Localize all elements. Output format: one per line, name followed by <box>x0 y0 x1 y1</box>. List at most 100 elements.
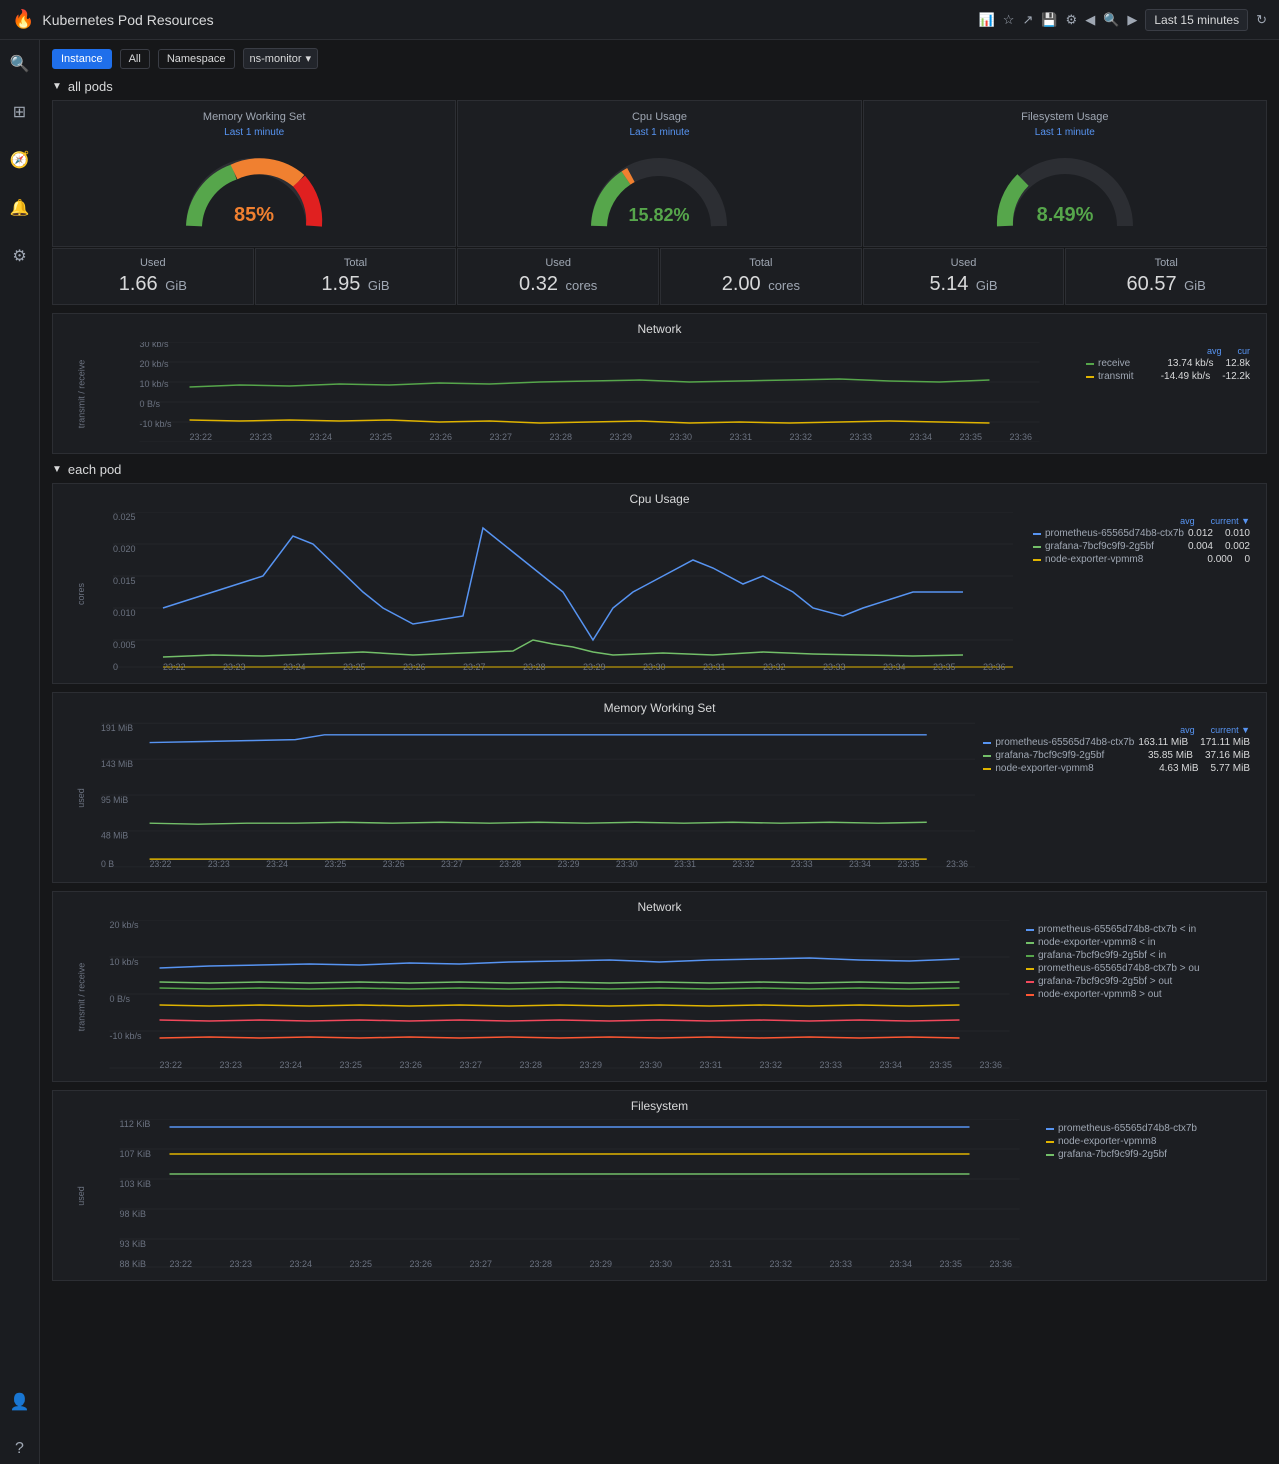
filesystem-chart-each-pod: Filesystem used 112 KiB 107 Ki <box>52 1090 1267 1281</box>
svg-text:8.49%: 8.49% <box>1036 204 1093 226</box>
sidebar-user-icon[interactable]: 👤 <box>4 1386 36 1418</box>
svg-text:23:27: 23:27 <box>490 432 513 442</box>
svg-text:23:30: 23:30 <box>670 432 693 442</box>
ns-monitor-dropdown[interactable]: ns-monitor ▾ <box>243 48 319 69</box>
namespace-filter[interactable]: Namespace <box>158 49 235 69</box>
svg-text:23:25: 23:25 <box>324 859 346 869</box>
svg-text:15.82%: 15.82% <box>629 205 690 225</box>
svg-text:23:28: 23:28 <box>550 432 573 442</box>
svg-text:23:22: 23:22 <box>150 859 172 869</box>
svg-text:23:35: 23:35 <box>940 1259 963 1269</box>
sidebar-dashboards-icon[interactable]: ⊞ <box>7 96 32 128</box>
network-each-pod-wrapper: transmit / receive 20 kb/s 10 kb/s 0 B/s… <box>61 920 1258 1073</box>
all-filter[interactable]: All <box>120 49 150 69</box>
stats-row: Used 1.66 GiB Total 1.95 GiB Used 0.32 c… <box>52 248 1267 305</box>
filesystem-chart-title: Filesystem <box>61 1099 1258 1113</box>
filesystem-legend: prometheus-65565d74b8-ctx7b node-exporte… <box>1038 1119 1258 1272</box>
svg-text:23:25: 23:25 <box>370 432 393 442</box>
svg-text:23:34: 23:34 <box>849 859 871 869</box>
stat-cpu-used-value: 0.32 cores <box>470 273 646 296</box>
svg-text:0: 0 <box>113 662 118 672</box>
svg-text:23:35: 23:35 <box>960 432 983 442</box>
memory-chart-title: Memory Working Set <box>61 701 1258 715</box>
all-pods-header[interactable]: ▼ all pods <box>52 79 1267 94</box>
y-axis-label: transmit / receive <box>76 359 86 428</box>
sidebar-config-icon[interactable]: ⚙ <box>6 240 32 272</box>
settings-icon[interactable]: ⚙ <box>1066 12 1078 28</box>
svg-text:23:24: 23:24 <box>280 1060 303 1070</box>
svg-text:23:23: 23:23 <box>250 432 273 442</box>
filesystem-gauge-title: Filesystem Usage <box>1021 111 1108 123</box>
stat-cpu-total-label: Total <box>673 257 849 269</box>
svg-text:23:30: 23:30 <box>616 859 638 869</box>
network-each-pod-content: 20 kb/s 10 kb/s 0 B/s -10 kb/s <box>101 920 1018 1073</box>
memory-gauge: 85% <box>174 146 334 236</box>
svg-text:93 KiB: 93 KiB <box>120 1239 147 1249</box>
svg-text:23:31: 23:31 <box>710 1259 733 1269</box>
net-legend-node-out: node-exporter-vpmm8 > out <box>1026 989 1250 1000</box>
back-icon[interactable]: ◀ <box>1085 12 1095 28</box>
cpu-legend-prometheus: prometheus-65565d74b8-ctx7b 0.012 0.010 <box>1033 528 1250 539</box>
svg-text:23:26: 23:26 <box>403 662 426 672</box>
net-y-axis-area: transmit / receive <box>61 920 101 1073</box>
search-icon[interactable]: 🔍 <box>1103 12 1119 28</box>
cpu-y-axis-area: cores <box>61 512 101 675</box>
time-range[interactable]: Last 15 minutes <box>1145 9 1248 31</box>
filesystem-svg: 112 KiB 107 KiB 103 KiB 98 KiB 93 KiB 88… <box>101 1119 1038 1269</box>
svg-text:103 KiB: 103 KiB <box>120 1179 152 1189</box>
svg-text:0.015: 0.015 <box>113 576 136 586</box>
share-icon[interactable]: ↗ <box>1022 12 1033 28</box>
svg-text:23:22: 23:22 <box>160 1060 183 1070</box>
refresh-icon[interactable]: ↻ <box>1256 12 1267 28</box>
cpu-gauge-title: Cpu Usage <box>632 111 687 123</box>
save-icon[interactable]: 💾 <box>1041 12 1057 28</box>
svg-text:23:35: 23:35 <box>930 1060 953 1070</box>
svg-text:23:34: 23:34 <box>890 1259 913 1269</box>
svg-text:23:31: 23:31 <box>703 662 726 672</box>
dashboard-title: Kubernetes Pod Resources <box>42 12 978 28</box>
svg-text:23:29: 23:29 <box>590 1259 613 1269</box>
net-legend-grafana-in: grafana-7bcf9c9f9-2g5bf < in <box>1026 950 1250 961</box>
svg-text:0 B/s: 0 B/s <box>110 994 131 1004</box>
stat-mem-total: Total 1.95 GiB <box>255 248 457 305</box>
cpu-legend-grafana: grafana-7bcf9c9f9-2g5bf 0.004 0.002 <box>1033 541 1250 552</box>
svg-text:23:25: 23:25 <box>350 1259 373 1269</box>
svg-text:23:32: 23:32 <box>763 662 786 672</box>
sidebar-search-icon[interactable]: 🔍 <box>4 48 36 80</box>
filesystem-gauge-panel: Filesystem Usage Last 1 minute 8.49% <box>863 100 1267 247</box>
cpu-chart-wrapper: cores 0.025 0.020 0.015 0.010 <box>61 512 1258 675</box>
svg-text:23:23: 23:23 <box>220 1060 243 1070</box>
instance-filter[interactable]: Instance <box>52 49 112 69</box>
stat-mem-total-label: Total <box>268 257 444 269</box>
cpu-chart-content: 0.025 0.020 0.015 0.010 0.005 0 <box>101 512 1025 675</box>
chevron-icon: ▾ <box>306 52 312 65</box>
svg-text:23:35: 23:35 <box>898 859 920 869</box>
network-chart-all-pods: Network transmit / receive <box>52 313 1267 454</box>
net-legend-prom-out: prometheus-65565d74b8-ctx7b > ou <box>1026 963 1250 974</box>
memory-chart-content: 191 MiB 143 MiB 95 MiB 48 MiB 0 B <box>101 721 975 874</box>
sidebar-alerts-icon[interactable]: 🔔 <box>4 192 36 224</box>
svg-text:23:32: 23:32 <box>770 1259 793 1269</box>
star-icon[interactable]: ☆ <box>1003 12 1015 28</box>
svg-text:-10 kb/s: -10 kb/s <box>140 419 173 429</box>
cpu-gauge: 15.82% <box>579 146 739 236</box>
svg-text:98 KiB: 98 KiB <box>120 1209 147 1219</box>
svg-text:23:25: 23:25 <box>340 1060 363 1070</box>
chart-icon[interactable]: 📊 <box>979 12 995 28</box>
forward-icon[interactable]: ▶ <box>1127 12 1137 28</box>
stat-fs-used-value: 5.14 GiB <box>876 273 1052 296</box>
sidebar-help-icon[interactable]: ? <box>9 1434 30 1464</box>
memory-gauge-panel: Memory Working Set Last 1 minute 85% <box>52 100 456 247</box>
legend-receive: receive 13.74 kb/s 12.8k <box>1086 358 1250 369</box>
each-pod-title: each pod <box>68 462 122 477</box>
svg-text:10 kb/s: 10 kb/s <box>110 957 140 967</box>
stat-cpu-total: Total 2.00 cores <box>660 248 862 305</box>
each-pod-header[interactable]: ▼ each pod <box>52 462 1267 477</box>
topbar-actions: 📊 ☆ ↗ 💾 ⚙ ◀ 🔍 ▶ Last 15 minutes ↻ <box>979 9 1267 31</box>
fs-legend-grafana: grafana-7bcf9c9f9-2g5bf <box>1046 1149 1250 1160</box>
legend-transmit: transmit -14.49 kb/s -12.2k <box>1086 371 1250 382</box>
sidebar-explore-icon[interactable]: 🧭 <box>4 144 36 176</box>
svg-text:23:24: 23:24 <box>290 1259 313 1269</box>
net-y-axis-label: transmit / receive <box>76 962 86 1031</box>
network-each-legend: prometheus-65565d74b8-ctx7b < in node-ex… <box>1018 920 1258 1073</box>
